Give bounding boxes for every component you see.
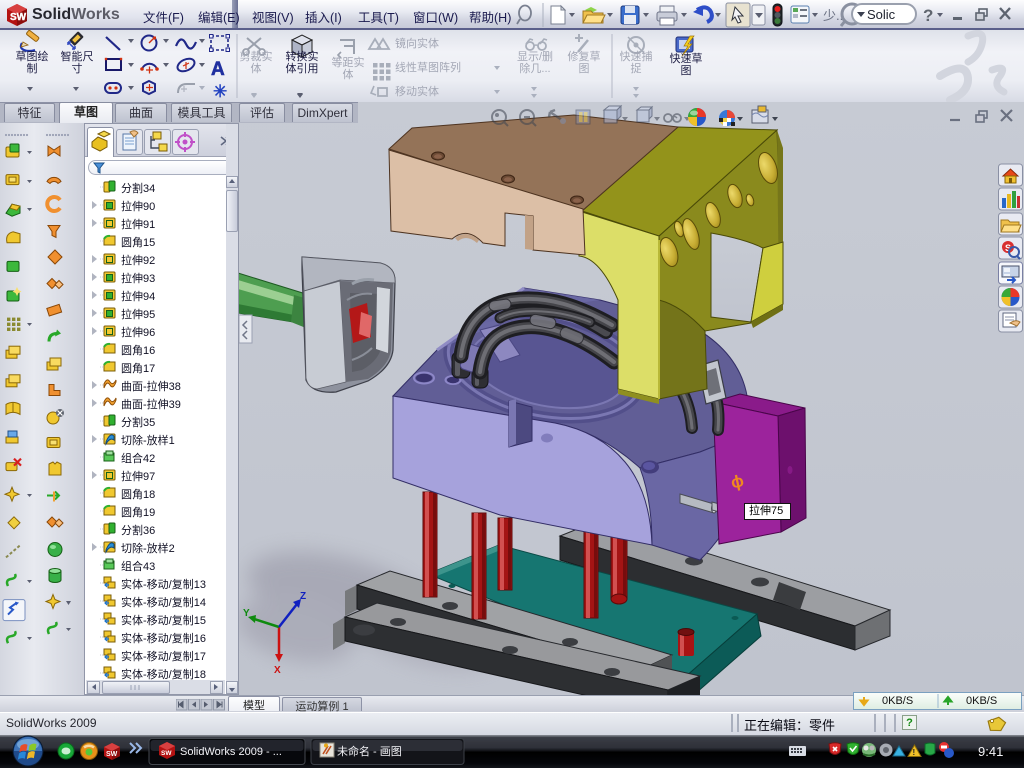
svg-text:SW: SW [10,12,27,23]
svg-text:Solic: Solic [867,7,896,22]
svg-text:Y: Y [243,608,250,619]
svg-text:SW: SW [161,750,172,757]
svg-text:Z: Z [300,591,306,602]
svg-text:X: X [274,665,281,676]
svg-text:!: ! [913,748,916,757]
svg-text:未命名 - 画图: 未命名 - 画图 [337,744,402,758]
svg-text:9:41: 9:41 [978,744,1003,759]
svg-text:少..: 少.. [823,8,843,23]
svg-text:✳: ✳ [213,82,227,101]
svg-text:SW: SW [106,751,118,758]
svg-text:SolidWorks 2009 - ...: SolidWorks 2009 - ... [180,746,282,758]
svg-text:?: ? [923,6,933,25]
svg-text:A: A [211,59,225,80]
